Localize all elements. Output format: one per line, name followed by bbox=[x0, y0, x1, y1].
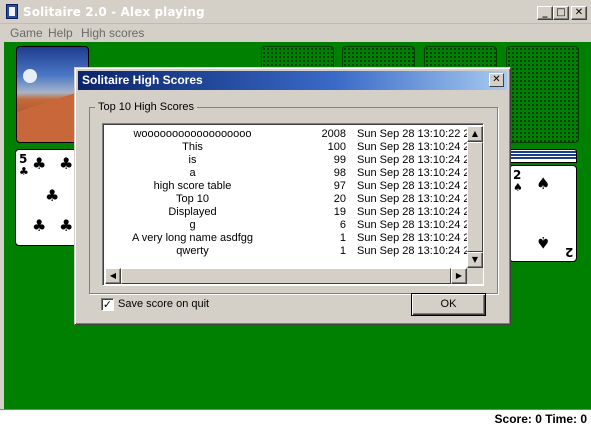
card-edge bbox=[510, 151, 576, 153]
scrollbar-corner bbox=[467, 268, 483, 284]
solitaire-app-icon bbox=[6, 4, 18, 19]
spade-icon: ♠ bbox=[513, 181, 523, 194]
score-value-cell: 6 bbox=[339, 219, 346, 231]
score-date-cell: Sun Sep 28 13:10:24 2008 bbox=[357, 167, 484, 179]
club-icon: ♣ bbox=[45, 186, 60, 205]
score-value-cell: 19 bbox=[333, 206, 346, 218]
score-value-cell: 1 bbox=[339, 245, 346, 257]
score-value-cell: 99 bbox=[333, 154, 346, 166]
high-scores-dialog: Solitaire High Scores ✕ Top 10 High Scor… bbox=[74, 67, 511, 325]
score-name-cell: a bbox=[189, 167, 196, 179]
table-row[interactable]: g 6 Sun Sep 28 13:10:24 2008 bbox=[105, 219, 483, 232]
table-row[interactable]: high score table 97 Sun Sep 28 13:10:24 20… bbox=[105, 180, 483, 193]
score-date-cell: Sun Sep 28 13:10:22 2008 bbox=[357, 128, 484, 140]
table-row[interactable]: qwerty 1 Sun Sep 28 13:10:24 2008 bbox=[105, 245, 483, 258]
dialog-close-button[interactable]: ✕ bbox=[489, 73, 504, 87]
score-name-cell: Top 10 bbox=[175, 193, 210, 205]
card-rank-inverted: 2 bbox=[564, 245, 573, 259]
score-date-cell: Sun Sep 28 13:10:24 2008 bbox=[357, 180, 484, 192]
menu-help[interactable]: Help bbox=[48, 26, 73, 40]
score-value-cell: 1 bbox=[339, 232, 346, 244]
dialog-title-bar[interactable]: Solitaire High Scores ✕ bbox=[78, 71, 507, 90]
score-name-cell: Displayed bbox=[168, 206, 217, 218]
score-name-cell: qwerty bbox=[176, 245, 209, 257]
save-score-checkbox[interactable]: ✓ bbox=[101, 298, 114, 311]
score-date-cell: Sun Sep 28 13:10:24 2008 bbox=[357, 141, 484, 153]
vertical-scrollbar[interactable]: ▲ ▼ bbox=[467, 126, 483, 268]
score-date-cell: Sun Sep 28 13:10:24 2008 bbox=[357, 219, 484, 231]
score-value-cell: 97 bbox=[333, 180, 346, 192]
score-name-cell: high score table bbox=[153, 180, 232, 192]
score-value-cell: 2008 bbox=[321, 128, 346, 140]
moon-icon bbox=[23, 69, 37, 83]
table-row[interactable]: woooooooooooooooooo 2008 Sun Sep 28 13:10:… bbox=[105, 128, 483, 141]
score-time-readout: Score: 0 Time: 0 bbox=[494, 412, 587, 426]
club-icon: ♣ bbox=[59, 216, 74, 235]
score-date-cell: Sun Sep 28 13:10:24 2008 bbox=[357, 206, 484, 218]
score-name-cell: g bbox=[189, 219, 196, 231]
high-scores-list[interactable]: woooooooooooooooooo 2008 Sun Sep 28 13:10:… bbox=[102, 123, 484, 286]
card-edge bbox=[510, 154, 576, 156]
card-edge bbox=[510, 157, 576, 159]
maximize-button[interactable]: □ bbox=[553, 6, 569, 20]
minimize-button[interactable]: _ bbox=[537, 6, 553, 20]
status-bar: Score: 0 Time: 0 bbox=[0, 409, 591, 428]
scroll-up-arrow-icon[interactable]: ▲ bbox=[467, 126, 483, 142]
score-name-cell: This bbox=[182, 141, 203, 153]
vertical-scroll-thumb[interactable] bbox=[467, 142, 483, 252]
menu-high-scores[interactable]: High scores bbox=[81, 26, 144, 40]
score-value-cell: 100 bbox=[327, 141, 346, 153]
card-rank: 5 bbox=[19, 152, 28, 166]
club-icon: ♣ bbox=[59, 154, 74, 173]
spade-icon: ♠ bbox=[536, 174, 551, 193]
window-title-bar[interactable]: Solitaire 2.0 - Alex playing _ □ ✕ bbox=[0, 0, 591, 24]
tableau-stack-edges bbox=[509, 149, 577, 163]
card-rank: 2 bbox=[513, 168, 522, 182]
ok-button[interactable]: OK bbox=[411, 293, 486, 316]
horizontal-scroll-thumb[interactable] bbox=[121, 268, 451, 284]
horizontal-scrollbar[interactable]: ◀ ▶ bbox=[105, 268, 467, 284]
scroll-down-arrow-icon[interactable]: ▼ bbox=[467, 252, 483, 268]
score-name-cell: woooooooooooooooooo bbox=[133, 128, 252, 140]
save-score-label[interactable]: Save score on quit bbox=[118, 298, 209, 310]
score-date-cell: Sun Sep 28 13:10:24 2008 bbox=[357, 232, 484, 244]
table-row[interactable]: A very long name asdfgg 1 Sun Sep 28 13:10… bbox=[105, 232, 483, 245]
club-icon: ♣ bbox=[32, 216, 47, 235]
table-row[interactable]: Top 10 20 Sun Sep 28 13:10:24 2008 bbox=[105, 193, 483, 206]
scroll-right-arrow-icon[interactable]: ▶ bbox=[451, 268, 467, 284]
spade-icon: ♠ bbox=[536, 233, 551, 252]
close-window-button[interactable]: ✕ bbox=[571, 6, 587, 20]
window-title: Solitaire 2.0 - Alex playing bbox=[23, 5, 205, 19]
scroll-left-arrow-icon[interactable]: ◀ bbox=[105, 268, 121, 284]
club-icon: ♣ bbox=[32, 154, 47, 173]
groupbox-label: Top 10 High Scores bbox=[95, 101, 197, 113]
score-date-cell: Sun Sep 28 13:10:24 2008 bbox=[357, 245, 484, 257]
table-row[interactable]: This 100 Sun Sep 28 13:10:24 2008 bbox=[105, 141, 483, 154]
table-row[interactable]: Displayed 19 Sun Sep 28 13:10:24 2008 bbox=[105, 206, 483, 219]
score-date-cell: Sun Sep 28 13:10:24 2008 bbox=[357, 193, 484, 205]
menu-game[interactable]: Game bbox=[10, 26, 43, 40]
score-name-cell: is bbox=[188, 154, 197, 166]
score-name-cell: A very long name asdfgg bbox=[131, 232, 254, 244]
table-row[interactable]: a 98 Sun Sep 28 13:10:24 2008 bbox=[105, 167, 483, 180]
table-row[interactable]: is 99 Sun Sep 28 13:10:24 2008 bbox=[105, 154, 483, 167]
score-date-cell: Sun Sep 28 13:10:24 2008 bbox=[357, 154, 484, 166]
score-value-cell: 20 bbox=[333, 193, 346, 205]
score-value-cell: 98 bbox=[333, 167, 346, 179]
tableau-card-two-spades[interactable]: 2 ♠ ♠ ♠ 2 bbox=[509, 165, 577, 262]
foundation-slot-4[interactable] bbox=[506, 46, 579, 143]
club-icon: ♣ bbox=[19, 165, 29, 178]
menu-bar: Game Help High scores bbox=[0, 24, 591, 42]
dialog-title: Solitaire High Scores bbox=[82, 73, 203, 87]
